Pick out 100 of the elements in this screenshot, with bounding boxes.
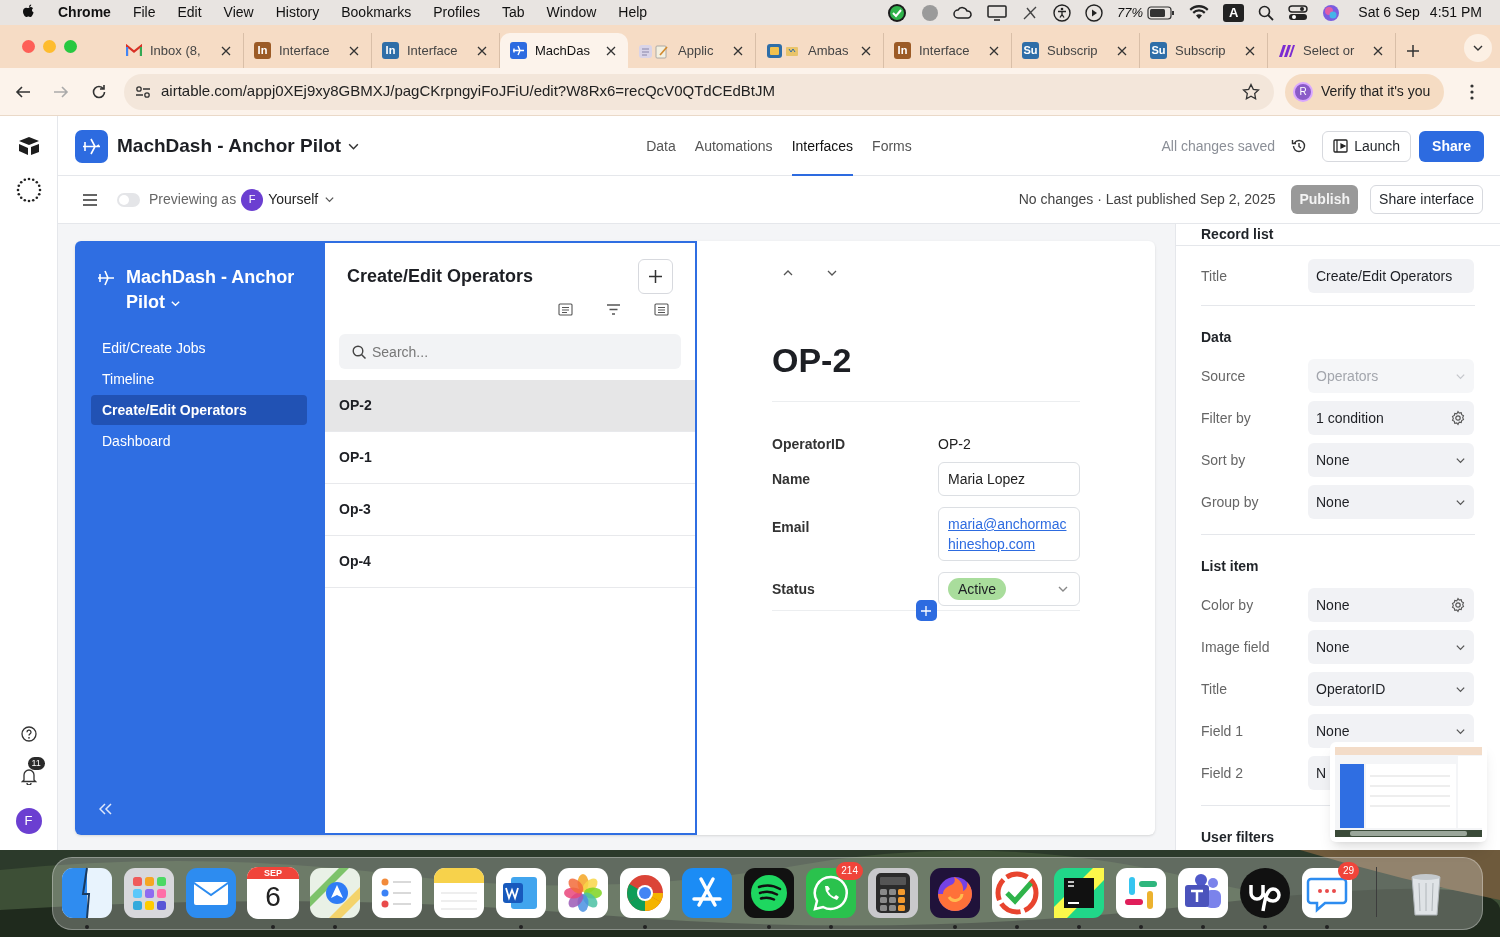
- menu-item[interactable]: History: [275, 2, 320, 23]
- close-icon[interactable]: [861, 45, 871, 56]
- menu-item[interactable]: Tab: [501, 2, 525, 23]
- page-nav-item[interactable]: Edit/Create Jobs: [91, 333, 307, 363]
- record-row[interactable]: OP-2: [325, 380, 695, 432]
- document-icon[interactable]: [495, 867, 547, 919]
- app-grid-icon[interactable]: [123, 867, 175, 919]
- close-icon[interactable]: [733, 45, 743, 56]
- add-record-button[interactable]: [638, 259, 673, 294]
- page-nav-item[interactable]: Timeline: [91, 364, 307, 394]
- menu-item[interactable]: Bookmarks: [341, 2, 412, 23]
- menu-item[interactable]: Window: [546, 2, 597, 23]
- menu-item[interactable]: View: [223, 2, 254, 23]
- nav-tab[interactable]: Interfaces: [791, 116, 854, 176]
- menu-bar-time[interactable]: 4:51 PM: [1429, 2, 1482, 23]
- notifications-bell-icon[interactable]: [20, 767, 37, 785]
- map-icon[interactable]: [309, 867, 361, 919]
- layout-icon[interactable]: [558, 303, 573, 316]
- user-avatar[interactable]: F: [15, 808, 42, 834]
- flower-icon[interactable]: [557, 867, 609, 919]
- collapse-sidebar-icon[interactable]: [99, 803, 112, 815]
- nav-tab[interactable]: Automations: [694, 116, 773, 176]
- menu-item[interactable]: Help: [618, 2, 648, 23]
- text-input[interactable]: Create/Edit Operators: [1308, 259, 1474, 293]
- triangle-sticks-icon[interactable]: [681, 867, 733, 919]
- reload-icon[interactable]: [91, 83, 107, 100]
- launch-button[interactable]: Launch: [1322, 130, 1412, 162]
- menu-item[interactable]: File: [132, 2, 156, 23]
- settings-field[interactable]: None: [1308, 588, 1474, 622]
- two-tone-window-icon[interactable]: [61, 867, 113, 919]
- menu-item[interactable]: Edit: [177, 2, 202, 23]
- interface-title[interactable]: MachDash - Anchor Pilot: [126, 265, 317, 315]
- menu-item[interactable]: Profiles: [433, 2, 480, 23]
- notepad-icon[interactable]: [433, 867, 485, 919]
- preview-user-selector[interactable]: Yourself: [268, 189, 336, 210]
- hash-grid-icon[interactable]: [1115, 867, 1167, 919]
- settings-field[interactable]: 1 condition: [1308, 401, 1474, 435]
- search-field[interactable]: Search...: [339, 334, 681, 369]
- input-source-indicator[interactable]: A: [1222, 3, 1245, 22]
- checklist-icon[interactable]: [371, 867, 423, 919]
- share-button[interactable]: Share: [1419, 130, 1484, 162]
- browser-icon[interactable]: [619, 867, 671, 919]
- calculator-icon[interactable]: [867, 867, 919, 919]
- share-interface-button[interactable]: Share interface: [1370, 185, 1483, 214]
- close-icon[interactable]: [221, 45, 231, 56]
- new-tab-icon[interactable]: [1406, 44, 1420, 58]
- filter-icon[interactable]: [606, 303, 621, 316]
- orb-icon[interactable]: [1322, 3, 1341, 22]
- preview-toggle[interactable]: [117, 192, 140, 207]
- more-options-icon[interactable]: [1470, 83, 1475, 100]
- dropdown[interactable]: None: [1308, 485, 1474, 519]
- fields-icon[interactable]: [654, 303, 669, 316]
- page-nav-item[interactable]: Create/Edit Operators: [91, 395, 307, 425]
- site-settings-icon[interactable]: [135, 84, 151, 99]
- nav-tab[interactable]: Forms: [872, 116, 912, 176]
- history-icon[interactable]: [1291, 138, 1308, 154]
- loop-logo-icon[interactable]: [1239, 867, 1291, 919]
- browser-tab[interactable]: MachDas: [500, 33, 628, 68]
- add-field-button[interactable]: [915, 600, 937, 621]
- menu-app-name[interactable]: Chrome: [58, 2, 111, 23]
- nav-tab[interactable]: Data: [646, 116, 676, 176]
- base-title[interactable]: MachDash - Anchor Pilot: [117, 131, 342, 161]
- plane-logo-icon[interactable]: [75, 129, 108, 163]
- close-icon[interactable]: [1373, 45, 1383, 56]
- cube-logo-icon[interactable]: [16, 136, 41, 156]
- control-center-icon[interactable]: [1288, 4, 1309, 21]
- close-icon[interactable]: [349, 45, 359, 56]
- close-icon[interactable]: [1245, 45, 1255, 56]
- dropdown[interactable]: OperatorID: [1308, 672, 1474, 706]
- status-select[interactable]: Active: [938, 572, 1080, 606]
- fox-globe-icon[interactable]: [929, 867, 981, 919]
- sound-waves-icon[interactable]: [743, 867, 795, 919]
- profile-button[interactable]: R Verify that it's you: [1285, 73, 1445, 110]
- accessibility-icon[interactable]: [1052, 3, 1071, 22]
- chat-phone-icon[interactable]: [805, 867, 857, 919]
- close-icon[interactable]: [989, 45, 999, 56]
- close-icon[interactable]: [477, 45, 487, 56]
- dropdown[interactable]: None: [1308, 630, 1474, 664]
- check-circle-icon[interactable]: [886, 2, 907, 23]
- menu-bar-date[interactable]: Sat 6 Sep: [1358, 2, 1420, 23]
- tab-search-button[interactable]: [1464, 34, 1492, 62]
- bookmark-star-icon[interactable]: [1242, 82, 1260, 101]
- page-nav-item[interactable]: Dashboard: [91, 426, 307, 456]
- menu-icon[interactable]: [83, 193, 97, 206]
- battery-icon[interactable]: [1146, 5, 1175, 20]
- code-editor-icon[interactable]: [1053, 867, 1105, 919]
- close-icon[interactable]: [606, 45, 616, 56]
- help-icon[interactable]: [20, 726, 37, 742]
- play-icon[interactable]: [1084, 3, 1103, 22]
- close-icon[interactable]: [1117, 45, 1127, 56]
- display-icon[interactable]: [986, 4, 1007, 21]
- search-icon[interactable]: [1258, 4, 1275, 21]
- people-icon[interactable]: [1177, 867, 1229, 919]
- wifi-icon[interactable]: [1188, 5, 1209, 20]
- cloud-icon[interactable]: [952, 4, 973, 21]
- envelope-icon[interactable]: [185, 867, 237, 919]
- dropdown[interactable]: None: [1308, 443, 1474, 477]
- back-icon[interactable]: [15, 83, 31, 100]
- calendar-icon[interactable]: SEP 6: [247, 867, 299, 919]
- text-input[interactable]: Maria Lopez: [938, 462, 1080, 496]
